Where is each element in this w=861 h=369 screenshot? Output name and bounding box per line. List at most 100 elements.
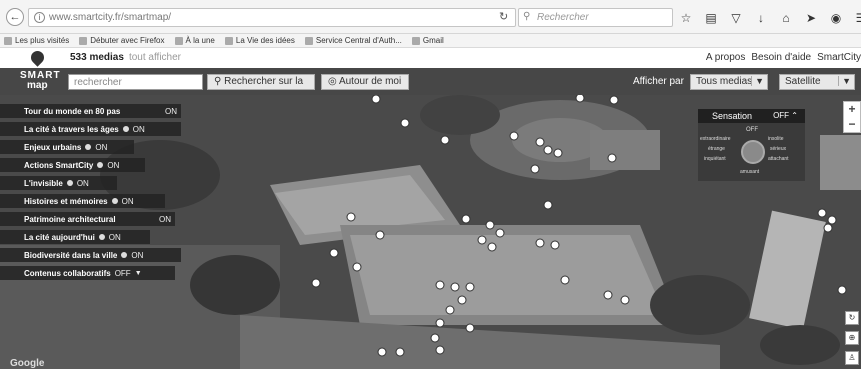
sensation-wheel-option[interactable]: sérieux — [770, 146, 786, 152]
menu-icon[interactable]: ☰ — [855, 11, 861, 25]
bookmark-star-icon[interactable]: ☆ — [680, 11, 692, 25]
browser-search-input[interactable]: ⚲ Rechercher — [518, 8, 673, 27]
download-icon[interactable]: ↓ — [755, 11, 767, 25]
map-marker-icon[interactable] — [352, 262, 362, 272]
about-link[interactable]: A propos — [706, 52, 745, 63]
show-all-link[interactable]: tout afficher — [129, 52, 181, 63]
smartcity-link[interactable]: SmartCity — [817, 52, 861, 63]
layer-toggle[interactable]: Biodiversité dans la ville ON — [0, 248, 181, 262]
map-marker-icon[interactable] — [827, 215, 837, 225]
map-marker-icon[interactable] — [435, 318, 445, 328]
smartmap-logo[interactable]: SMART map — [20, 71, 61, 91]
map-marker-icon[interactable] — [620, 295, 630, 305]
layer-toggle[interactable]: Contenus collaboratifs OFF ▼ — [0, 266, 175, 280]
zoom-in-button[interactable]: + — [844, 102, 860, 117]
map-marker-icon[interactable] — [817, 208, 827, 218]
layer-toggle[interactable]: L'invisible ON — [0, 176, 117, 190]
sensation-wheel-option[interactable]: inquiétant — [704, 156, 726, 162]
info-icon[interactable]: i — [34, 12, 45, 23]
map-marker-icon[interactable] — [311, 278, 321, 288]
pocket-icon[interactable]: ▽ — [730, 11, 742, 25]
map-marker-icon[interactable] — [509, 131, 519, 141]
sensation-wheel-dial[interactable] — [741, 140, 765, 164]
map-marker-icon[interactable] — [560, 275, 570, 285]
tilt-icon[interactable]: ⊕ — [845, 331, 859, 345]
map-marker-icon[interactable] — [377, 347, 387, 357]
map-marker-icon[interactable] — [400, 118, 410, 128]
satellite-map[interactable]: Tour du monde en 80 pas ON La cité à trav… — [0, 95, 861, 369]
sensation-wheel-option[interactable]: étrange — [708, 146, 725, 152]
map-marker-icon[interactable] — [329, 248, 339, 258]
sensation-wheel-option[interactable]: extraordinaire — [700, 136, 731, 142]
bookmark-item[interactable]: Service Central d'Auth... — [304, 36, 402, 45]
map-marker-icon[interactable] — [435, 345, 445, 355]
map-marker-icon[interactable] — [435, 280, 445, 290]
search-on-map-button[interactable]: ⚲ Rechercher sur la — [207, 74, 315, 90]
map-marker-icon[interactable] — [535, 238, 545, 248]
map-type-select[interactable]: Satellite ▼ — [779, 74, 855, 90]
map-marker-icon[interactable] — [461, 214, 471, 224]
rotate-icon[interactable]: ↻ — [845, 311, 859, 325]
map-marker-icon[interactable] — [371, 95, 381, 104]
map-marker-icon[interactable] — [465, 323, 475, 333]
bookmark-item[interactable]: Les plus visités — [4, 36, 69, 45]
sensation-wheel-option[interactable]: insolite — [768, 136, 784, 142]
map-marker-icon[interactable] — [607, 153, 617, 163]
media-type-select[interactable]: Tous medias ▼ — [690, 74, 768, 90]
map-marker-icon[interactable] — [430, 333, 440, 343]
sensation-header[interactable]: Sensation OFF ⌃ — [698, 109, 805, 123]
map-marker-icon[interactable] — [375, 230, 385, 240]
send-icon[interactable]: ➤ — [805, 11, 817, 25]
map-marker-icon[interactable] — [550, 240, 560, 250]
layer-toggle[interactable]: Enjeux urbains ON — [0, 140, 134, 154]
map-marker-icon[interactable] — [823, 223, 833, 233]
map-marker-icon[interactable] — [535, 137, 545, 147]
map-marker-icon[interactable] — [837, 285, 847, 295]
layer-toggle[interactable]: Tour du monde en 80 pas ON — [0, 104, 181, 118]
map-marker-icon[interactable] — [440, 135, 450, 145]
map-marker-icon[interactable] — [530, 164, 540, 174]
layer-label: Tour du monde en 80 pas — [24, 106, 121, 116]
bookmark-item[interactable]: La Vie des idées — [224, 36, 295, 45]
bookmark-item[interactable]: À la une — [174, 36, 215, 45]
map-marker-icon[interactable] — [457, 295, 467, 305]
bookmark-item[interactable]: Gmail — [411, 36, 444, 45]
layer-label: Patrimoine architectural — [24, 214, 116, 224]
map-marker-icon[interactable] — [543, 145, 553, 155]
layer-toggle[interactable]: La cité aujourd'hui ON — [0, 230, 150, 244]
map-marker-icon[interactable] — [346, 212, 356, 222]
layer-toggle[interactable]: Actions SmartCity ON — [0, 158, 145, 172]
map-marker-icon[interactable] — [609, 95, 619, 105]
reader-view-icon[interactable]: ▤ — [705, 11, 717, 25]
reload-icon[interactable]: ↻ — [499, 10, 508, 23]
map-marker-icon[interactable] — [603, 290, 613, 300]
map-search-input[interactable]: rechercher — [68, 74, 203, 90]
help-link[interactable]: Besoin d'aide — [751, 52, 811, 63]
map-marker-icon[interactable] — [495, 228, 505, 238]
bookmark-label: Débuter avec Firefox — [90, 36, 165, 45]
map-marker-icon[interactable] — [450, 282, 460, 292]
bookmark-item[interactable]: Débuter avec Firefox — [79, 36, 165, 45]
map-marker-icon[interactable] — [465, 282, 475, 292]
street-view-pegman-icon[interactable]: ♙ — [845, 351, 859, 365]
map-marker-icon[interactable] — [395, 347, 405, 357]
map-marker-icon[interactable] — [487, 242, 497, 252]
map-marker-icon[interactable] — [543, 200, 553, 210]
sensation-wheel-option[interactable]: attachant — [768, 156, 789, 162]
map-marker-icon[interactable] — [485, 220, 495, 230]
map-marker-icon[interactable] — [553, 148, 563, 158]
sensation-wheel-option[interactable]: amusant — [740, 169, 759, 175]
layer-toggle[interactable]: Histoires et mémoires ON — [0, 194, 165, 208]
url-bar[interactable]: i www.smartcity.fr/smartmap/ — [28, 8, 516, 27]
home-icon[interactable]: ⌂ — [780, 11, 792, 25]
map-marker-icon[interactable] — [477, 235, 487, 245]
map-marker-icon[interactable] — [575, 95, 585, 103]
layer-toggle[interactable]: Patrimoine architectural ON — [0, 212, 175, 226]
layer-toggle[interactable]: La cité à travers les âges ON — [0, 122, 181, 136]
extension-icon[interactable]: ◉ — [830, 11, 842, 25]
back-button[interactable]: ← — [6, 8, 24, 26]
around-me-button[interactable]: ◎ Autour de moi — [321, 74, 409, 90]
zoom-out-button[interactable]: − — [844, 117, 860, 132]
media-counter: 533 medias tout afficher — [70, 52, 181, 63]
map-marker-icon[interactable] — [445, 305, 455, 315]
